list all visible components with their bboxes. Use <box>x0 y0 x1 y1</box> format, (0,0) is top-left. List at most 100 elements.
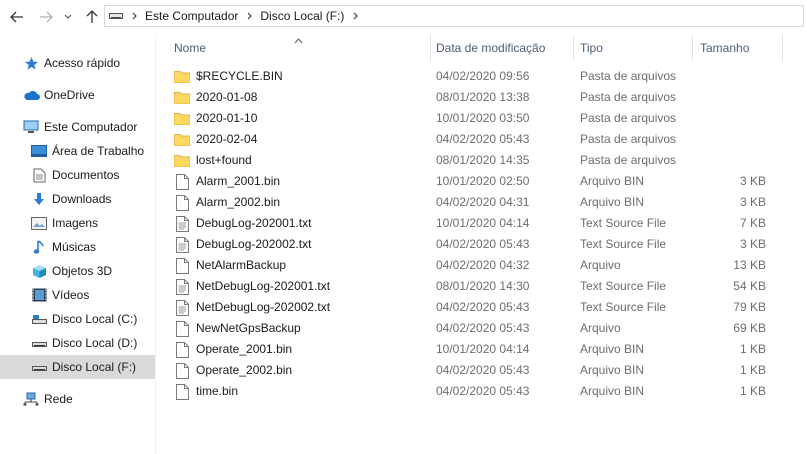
file-type: Pasta de arquivos <box>580 153 677 167</box>
sidebar-item-area-de-trabalho[interactable]: Área de Trabalho <box>0 139 155 163</box>
sidebar-item-objetos-3d[interactable]: Objetos 3D <box>0 259 155 283</box>
file-row[interactable]: NewNetGpsBackup 04/02/2020 05:43 Arquivo 69… <box>174 318 794 339</box>
file-row[interactable]: NetDebugLog-202001.txt 08/01/2020 14:30 Te… <box>174 276 794 297</box>
file-name-cell: Operate_2001.bin <box>174 339 292 360</box>
file-name: Operate_2001.bin <box>196 342 293 356</box>
video-icon <box>30 287 48 303</box>
sidebar-item-onedrive[interactable]: OneDrive <box>0 83 155 107</box>
file-row[interactable]: $RECYCLE.BIN 04/02/2020 09:56 Pasta de arq… <box>174 66 794 87</box>
up-button[interactable] <box>82 8 102 26</box>
file-row[interactable]: DebugLog-202001.txt 10/01/2020 04:14 Text … <box>174 213 794 234</box>
file-size <box>694 87 766 108</box>
file-date: 04/02/2020 09:56 <box>436 69 530 83</box>
file-size: 3 KB <box>739 174 766 188</box>
file-name-cell: DebugLog-202001.txt <box>174 213 311 234</box>
file-type: Pasta de arquivos <box>580 69 677 83</box>
sidebar-item-label: Imagens <box>52 216 99 230</box>
sidebar-item-downloads[interactable]: Downloads <box>0 187 155 211</box>
file-size: 3 KB <box>739 237 766 251</box>
column-divider[interactable] <box>692 34 693 62</box>
text-file-icon <box>174 215 190 232</box>
file-row[interactable]: 2020-01-10 10/01/2020 03:50 Pasta de arqui… <box>174 108 794 129</box>
file-name: Operate_2002.bin <box>196 363 293 377</box>
file-date: 10/01/2020 04:14 <box>436 342 530 356</box>
sidebar-item-label: Disco Local (C:) <box>52 312 138 326</box>
file-row[interactable]: time.bin 04/02/2020 05:43 Arquivo BIN 1 KB <box>174 381 794 402</box>
file-size: 69 KB <box>733 321 766 335</box>
column-header-nome[interactable]: Nome <box>174 34 430 62</box>
file-name: NetDebugLog-202001.txt <box>196 279 331 293</box>
file-row[interactable]: Operate_2002.bin 04/02/2020 05:43 Arquivo … <box>174 360 794 381</box>
file-row[interactable]: 2020-01-08 08/01/2020 13:38 Pasta de arqui… <box>174 87 794 108</box>
network-icon <box>22 391 40 407</box>
drive-icon <box>30 359 48 375</box>
cube-icon <box>30 263 48 279</box>
file-name-cell: lost+found <box>174 150 252 171</box>
folder-icon <box>174 153 190 169</box>
file-name: 2020-01-10 <box>196 111 258 125</box>
column-divider[interactable] <box>782 34 783 62</box>
column-divider[interactable] <box>430 34 431 62</box>
recent-locations-button[interactable] <box>61 8 75 26</box>
file-row[interactable]: NetAlarmBackup 04/02/2020 04:32 Arquivo 13 … <box>174 255 794 276</box>
file-date: 04/02/2020 05:43 <box>436 363 530 377</box>
document-icon <box>30 167 48 183</box>
sidebar-item-documentos[interactable]: Documentos <box>0 163 155 187</box>
file-name-cell: NetAlarmBackup <box>174 255 286 276</box>
forward-arrow-icon <box>40 11 53 23</box>
column-header-data-modificacao[interactable]: Data de modificação <box>436 34 572 62</box>
sidebar-item-videos[interactable]: Vídeos <box>0 283 155 307</box>
file-size: 1 KB <box>739 384 766 398</box>
file-type: Arquivo BIN <box>580 342 645 356</box>
file-name: DebugLog-202002.txt <box>196 237 312 251</box>
file-size <box>694 150 766 171</box>
file-size <box>694 66 766 87</box>
file-name: NetAlarmBackup <box>196 258 287 272</box>
sidebar-item-disco-local-f[interactable]: Disco Local (F:) <box>0 355 155 379</box>
file-size: 3 KB <box>739 195 766 209</box>
address-bar[interactable]: Este Computador Disco Local (F:) <box>104 5 804 27</box>
download-icon <box>30 191 48 207</box>
sidebar-item-rede[interactable]: Rede <box>0 387 155 411</box>
file-date: 10/01/2020 04:14 <box>436 216 530 230</box>
sidebar-item-este-computador[interactable]: Este Computador <box>0 115 155 139</box>
file-row[interactable]: Alarm_2001.bin 10/01/2020 02:50 Arquivo BI… <box>174 171 794 192</box>
file-date: 08/01/2020 14:35 <box>436 153 530 167</box>
file-name-cell: 2020-01-08 <box>174 87 257 108</box>
forward-button[interactable] <box>36 8 56 26</box>
sidebar-item-label: Downloads <box>52 192 112 206</box>
back-button[interactable] <box>7 8 27 26</box>
sidebar-item-disco-local-c[interactable]: Disco Local (C:) <box>0 307 155 331</box>
file-icon <box>174 194 190 211</box>
breadcrumb-disco-local-f[interactable]: Disco Local (F:) <box>256 9 348 23</box>
file-date: 04/02/2020 04:32 <box>436 258 530 272</box>
column-header-tamanho[interactable]: Tamanho <box>700 34 780 62</box>
file-list-view: Nome Data de modificação Tipo Tamanho $R… <box>156 34 807 454</box>
file-name-cell: $RECYCLE.BIN <box>174 66 283 87</box>
file-row[interactable]: Operate_2001.bin 10/01/2020 04:14 Arquivo … <box>174 339 794 360</box>
file-name: lost+found <box>196 153 252 167</box>
file-row[interactable]: 2020-02-04 04/02/2020 05:43 Pasta de arqui… <box>174 129 794 150</box>
file-date: 04/02/2020 04:31 <box>436 195 530 209</box>
sidebar-item-label: Este Computador <box>44 120 138 134</box>
file-name: DebugLog-202001.txt <box>196 216 312 230</box>
sidebar-item-imagens[interactable]: Imagens <box>0 211 155 235</box>
file-row[interactable]: Alarm_2002.bin 04/02/2020 04:31 Arquivo BI… <box>174 192 794 213</box>
file-name: $RECYCLE.BIN <box>196 69 283 83</box>
column-header-tipo[interactable]: Tipo <box>580 34 690 62</box>
file-name: 2020-01-08 <box>196 90 258 104</box>
folder-icon <box>174 69 190 85</box>
sidebar-item-musicas[interactable]: Músicas <box>0 235 155 259</box>
file-type: Text Source File <box>580 279 667 293</box>
file-row[interactable]: lost+found 08/01/2020 14:35 Pasta de arqui… <box>174 150 794 171</box>
file-type: Text Source File <box>580 216 667 230</box>
column-divider[interactable] <box>573 34 574 62</box>
breadcrumb-este-computador[interactable]: Este Computador <box>141 9 242 23</box>
file-date: 08/01/2020 14:30 <box>436 279 530 293</box>
file-row[interactable]: NetDebugLog-202002.txt 04/02/2020 05:43 Te… <box>174 297 794 318</box>
breadcrumb-separator-icon <box>242 12 256 20</box>
file-type: Arquivo BIN <box>580 195 645 209</box>
file-row[interactable]: DebugLog-202002.txt 04/02/2020 05:43 Text … <box>174 234 794 255</box>
sidebar-item-acesso-rapido[interactable]: Acesso rápido <box>0 51 155 75</box>
sidebar-item-disco-local-d[interactable]: Disco Local (D:) <box>0 331 155 355</box>
